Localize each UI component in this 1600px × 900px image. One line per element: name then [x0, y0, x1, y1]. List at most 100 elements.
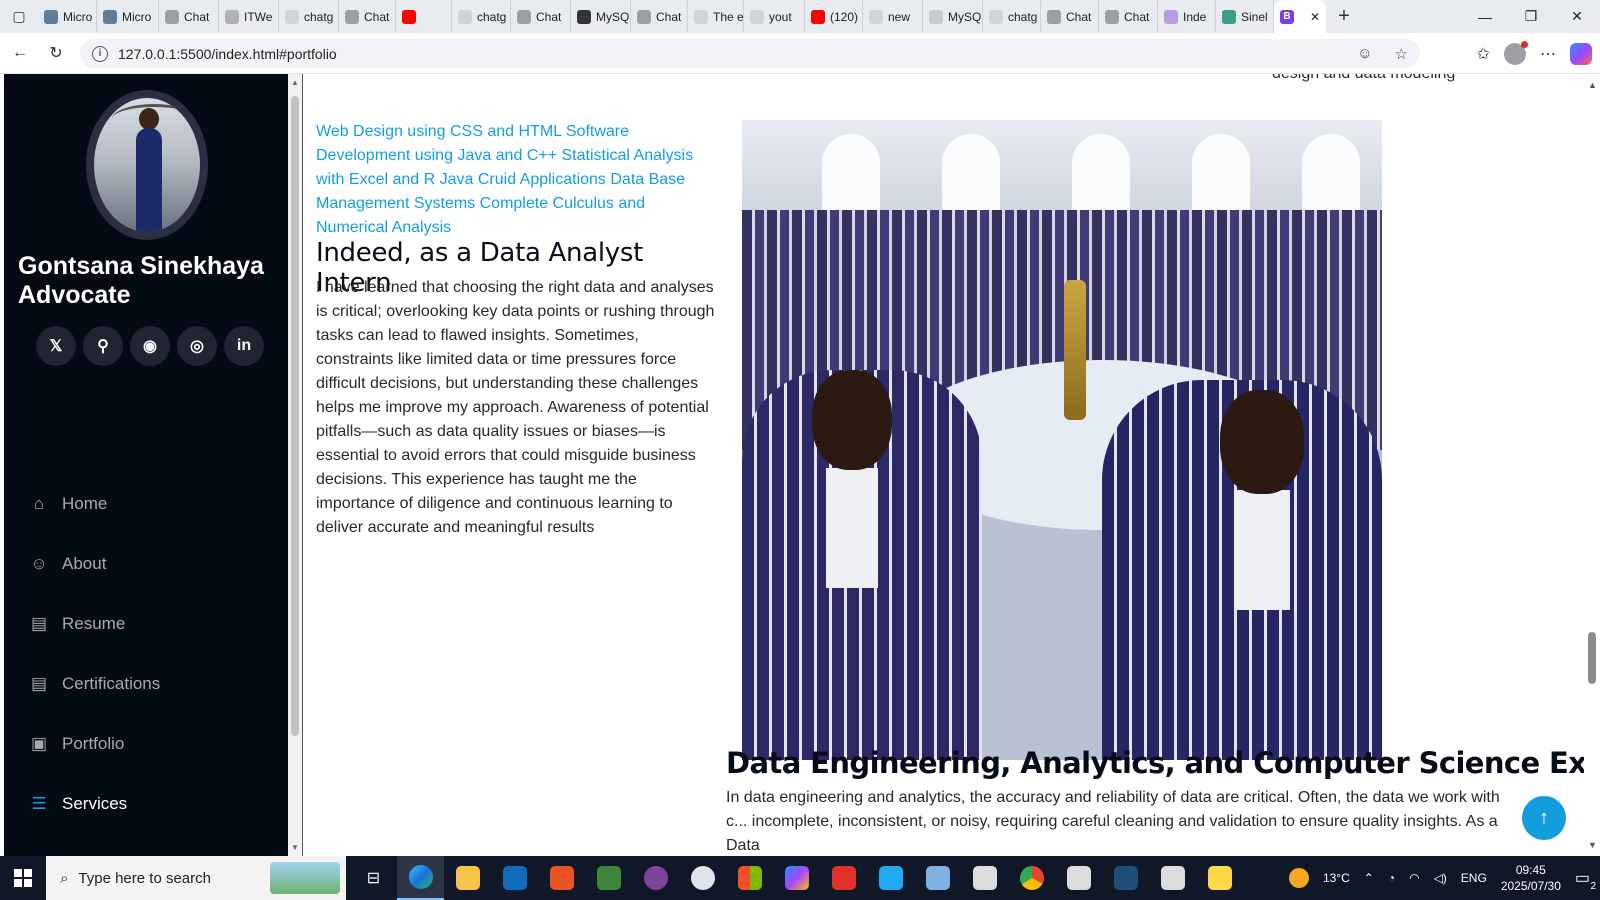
tab-label: Chat	[536, 9, 562, 24]
tray-chevron-icon[interactable]: ⌃	[1364, 871, 1374, 885]
virtualbox-icon[interactable]	[914, 856, 961, 900]
browser-tab[interactable]: Sinel	[1216, 0, 1274, 33]
java-app-icon-3[interactable]	[1149, 856, 1196, 900]
page-scroll-thumb[interactable]	[1588, 632, 1596, 684]
new-tab-button[interactable]: +	[1326, 5, 1362, 28]
nodejs-icon[interactable]	[585, 856, 632, 900]
browser-tab[interactable]: new	[863, 0, 923, 33]
window-controls: — ❐ ✕	[1462, 0, 1600, 33]
task-view-icon[interactable]: ⊟	[350, 856, 397, 900]
store-icon[interactable]	[726, 856, 773, 900]
page-scroll-down-icon[interactable]: ▼	[1588, 840, 1597, 850]
reload-icon[interactable]: ↻	[38, 35, 74, 71]
url-text[interactable]: 127.0.0.1:5500/index.html#portfolio	[118, 46, 337, 62]
x-icon[interactable]: 𝕏	[36, 326, 76, 366]
clock-time: 09:45	[1515, 863, 1546, 877]
network-icon[interactable]: ◔	[1388, 871, 1395, 885]
copilot-icon[interactable]	[1570, 42, 1592, 65]
notes-icon[interactable]	[1196, 856, 1243, 900]
file-explorer-icon[interactable]	[444, 856, 491, 900]
java-app-icon-2[interactable]	[1055, 856, 1102, 900]
sidebar-scroll-thumb[interactable]	[291, 96, 299, 736]
wifi-icon[interactable]: ◠	[1409, 871, 1419, 885]
browser-tab[interactable]: chatg	[983, 0, 1041, 33]
skills-list[interactable]: Web Design using CSS and HTML Software D…	[316, 120, 708, 240]
browser-tab[interactable]: Chat	[1099, 0, 1158, 33]
sidebar-item-resume[interactable]: ▤ Resume	[28, 594, 160, 654]
more-options-icon[interactable]: ⋯	[1540, 44, 1556, 64]
restore-icon[interactable]: ❐	[1508, 0, 1554, 33]
taskbar-search[interactable]: ⌕ Type here to search	[46, 856, 346, 900]
address-bar[interactable]: i 127.0.0.1:5500/index.html#portfolio ☺ …	[80, 39, 1420, 68]
paint-icon[interactable]	[679, 856, 726, 900]
sidebar-item-label: Home	[62, 494, 108, 513]
back-to-top-button[interactable]: ↑	[1522, 796, 1566, 840]
page-scrollbar[interactable]: ▲ ▼	[1584, 74, 1600, 856]
active-tab[interactable]: B ✕	[1274, 0, 1326, 33]
browser-tab[interactable]: Chat	[339, 0, 396, 33]
data-engineering-heading: Data Engineering, Analytics, and Compute…	[726, 746, 1584, 780]
favorite-star-icon[interactable]: ☆	[1395, 45, 1408, 63]
minimize-icon[interactable]: —	[1462, 0, 1508, 33]
tab-actions-menu-icon[interactable]: ▢	[0, 0, 38, 33]
page-scroll-up-icon[interactable]: ▲	[1588, 80, 1597, 90]
start-button[interactable]	[0, 856, 46, 900]
edge-icon[interactable]	[397, 856, 444, 900]
outlook-icon[interactable]	[491, 856, 538, 900]
site-info-icon[interactable]: i	[92, 45, 108, 62]
browser-tab[interactable]: chatg	[279, 0, 339, 33]
browser-tab[interactable]: yout	[744, 0, 805, 33]
tor-icon[interactable]	[632, 856, 679, 900]
ubuntu-icon[interactable]	[538, 856, 585, 900]
sidebar-item-portfolio[interactable]: ▣ Portfolio	[28, 714, 160, 774]
sidebar-item-certifications[interactable]: ▤ Certifications	[28, 654, 160, 714]
favorites-icon[interactable]: ✩	[1477, 44, 1490, 64]
sidebar-item-home[interactable]: ⌂ Home	[28, 474, 160, 534]
m365-icon[interactable]	[773, 856, 820, 900]
person-icon: ☺	[30, 554, 48, 573]
clock[interactable]: 09:45 2025/07/30	[1501, 862, 1561, 894]
browser-tab[interactable]: Micro	[38, 0, 97, 33]
weather-icon[interactable]	[1288, 868, 1309, 888]
browser-tab[interactable]: ITWe	[219, 0, 279, 33]
temperature[interactable]: 13°C	[1323, 871, 1350, 885]
scroll-down-arrow-icon[interactable]: ▼	[291, 843, 299, 852]
instagram-icon[interactable]: ◎	[177, 326, 217, 366]
browser-tab[interactable]: (120)	[805, 0, 863, 33]
close-tab-icon[interactable]: ✕	[1310, 10, 1320, 24]
sidebar-item-services[interactable]: ☰ Services	[28, 774, 160, 834]
browser-tab[interactable]: Chat	[631, 0, 688, 33]
skype-icon[interactable]: ⚲	[83, 326, 123, 366]
sidebar-item-about[interactable]: ☺ About	[28, 534, 160, 594]
volume-icon[interactable]: ◁)	[1434, 871, 1447, 885]
linkedin-icon[interactable]: in	[224, 326, 264, 366]
sidebar-scrollbar[interactable]: ▲ ▼	[288, 74, 302, 856]
browser-tab[interactable]: Inde	[1158, 0, 1216, 33]
read-aloud-icon[interactable]: ☺	[1357, 45, 1372, 63]
close-window-icon[interactable]: ✕	[1554, 0, 1600, 33]
profile-avatar[interactable]	[1504, 40, 1528, 65]
browser-tab[interactable]: MySQ	[923, 0, 983, 33]
browser-tab[interactable]: MySQ	[571, 0, 631, 33]
mysql-workbench-icon[interactable]	[1102, 856, 1149, 900]
language[interactable]: ENG	[1461, 871, 1487, 885]
notification-icon[interactable]: ▭ 2	[1575, 868, 1596, 892]
wps-icon[interactable]	[820, 856, 867, 900]
github-icon[interactable]: ◉	[130, 326, 170, 366]
java-app-icon[interactable]	[961, 856, 1008, 900]
browser-tab[interactable]	[396, 0, 452, 33]
chrome-icon[interactable]	[1008, 856, 1055, 900]
browser-tab[interactable]: The e	[688, 0, 744, 33]
back-arrow-icon[interactable]: ←	[2, 35, 38, 71]
browser-tab[interactable]: chatg	[452, 0, 511, 33]
browser-tab[interactable]: Chat	[511, 0, 571, 33]
tab-label: new	[888, 9, 911, 24]
vscode-icon[interactable]	[867, 856, 914, 900]
system-tray: 13°C ⌃ ◔ ◠ ◁) ENG 09:45 2025/07/30 ▭ 2	[1288, 862, 1600, 894]
browser-tab[interactable]: Chat	[1041, 0, 1099, 33]
tab-label: (120)	[830, 9, 859, 24]
scroll-up-arrow-icon[interactable]: ▲	[291, 78, 299, 87]
browser-tab[interactable]: Micro	[97, 0, 159, 33]
browser-tab[interactable]: Chat	[159, 0, 219, 33]
tab-favicon-icon	[517, 9, 531, 24]
